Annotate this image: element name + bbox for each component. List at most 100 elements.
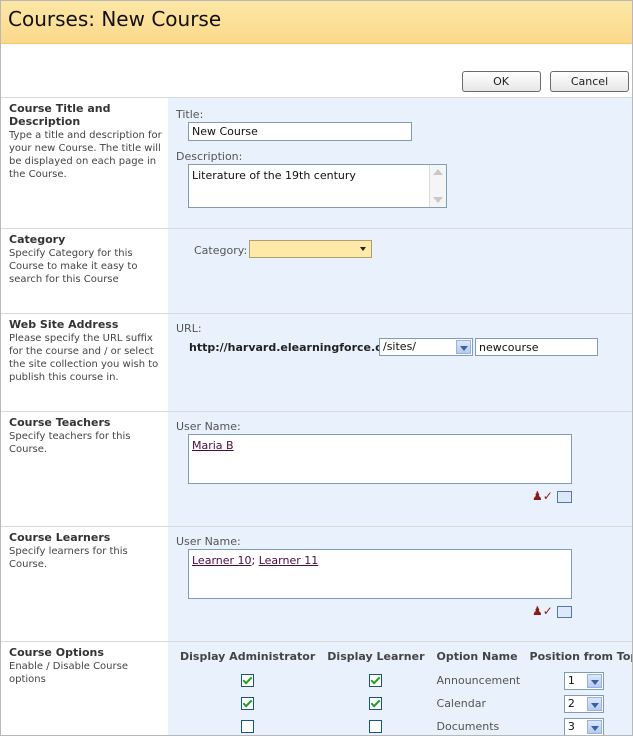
section-info: Course Learners Specify learners for thi… — [1, 527, 168, 641]
learners-people-picker[interactable]: Learner 10; Learner 11 — [188, 549, 572, 599]
table-row: Calendar 2 — [174, 692, 632, 715]
section-description: Enable / Disable Course options — [9, 661, 128, 685]
username-label: User Name: — [176, 535, 241, 548]
admin-cell — [174, 715, 321, 735]
column-header: Option Name — [436, 650, 518, 663]
section-course-learners: Course Learners Specify learners for thi… — [1, 526, 632, 641]
url-suffix-input[interactable]: newcourse — [475, 338, 598, 356]
address-book-icon[interactable] — [556, 490, 572, 503]
option-name: Announcement — [436, 674, 521, 687]
position-value: 3 — [567, 719, 575, 733]
column-header: Display Learner — [327, 650, 425, 663]
section-fields: URL: http://harvard.elearningforce.org /… — [168, 314, 632, 411]
button-row: OK Cancel — [456, 71, 629, 92]
section-website-address: Web Site Address Please specify the URL … — [1, 313, 632, 411]
user-entry[interactable]: Learner 11 — [259, 554, 319, 567]
section-heading: Category — [9, 233, 66, 246]
user-entry[interactable]: Learner 10 — [192, 554, 252, 567]
options-header-row: Display Administrator Display Learner Op… — [174, 650, 633, 669]
position-cell: 3 — [524, 715, 632, 735]
scroll-down-icon[interactable] — [433, 197, 443, 203]
display-admin-checkbox[interactable] — [241, 674, 255, 688]
site-collection-select[interactable]: /sites/ — [379, 338, 473, 356]
display-learner-checkbox[interactable] — [369, 720, 383, 734]
address-book-icon[interactable] — [556, 605, 572, 618]
column-header: Position from Top — [529, 650, 633, 663]
category-select[interactable] — [249, 240, 372, 258]
section-course-teachers: Course Teachers Specify teachers for thi… — [1, 411, 632, 526]
teachers-people-picker[interactable]: Maria B — [188, 434, 572, 484]
option-name: Calendar — [436, 697, 486, 710]
title-input[interactable]: New Course — [188, 122, 412, 141]
page-title: Courses: New Course — [8, 7, 222, 31]
chevron-down-icon[interactable] — [586, 696, 602, 711]
form-sections: Course Title and Description Type a titl… — [1, 97, 633, 735]
section-info: Course Options Enable / Disable Course o… — [1, 642, 168, 735]
cancel-button[interactable]: Cancel — [550, 71, 629, 92]
section-heading: Web Site Address — [9, 318, 119, 331]
learner-cell — [321, 692, 430, 715]
title-bar: Courses: New Course — [1, 1, 632, 44]
chevron-down-icon[interactable] — [456, 340, 471, 354]
description-textarea[interactable]: Literature of the 19th century — [188, 164, 447, 208]
chevron-down-icon[interactable] — [586, 719, 602, 734]
section-heading: Course Options — [9, 646, 104, 659]
description-scrollbar[interactable] — [429, 165, 446, 207]
position-select[interactable]: 1 — [563, 671, 604, 690]
check-names-icon[interactable]: ♟✓ — [532, 489, 553, 503]
check-names-icon[interactable]: ♟✓ — [532, 604, 553, 618]
display-learner-checkbox[interactable] — [369, 674, 383, 688]
table-row: Announcement 1 — [174, 669, 632, 692]
learner-cell — [321, 715, 430, 735]
section-info: Web Site Address Please specify the URL … — [1, 314, 168, 411]
page-frame: Courses: New Course OK Cancel Course Tit… — [0, 0, 633, 736]
section-description: Type a title and description for your ne… — [9, 130, 162, 180]
chevron-down-icon[interactable] — [586, 673, 602, 688]
section-fields: Display Administrator Display Learner Op… — [168, 642, 633, 735]
url-base: http://harvard.elearningforce.org — [189, 341, 397, 354]
section-fields: Title: New Course Description: Literatur… — [168, 98, 632, 228]
description-label: Description: — [176, 150, 243, 163]
options-table: Display Administrator Display Learner Op… — [174, 650, 633, 735]
admin-cell — [174, 692, 321, 715]
display-admin-checkbox[interactable] — [241, 720, 255, 734]
picker-tools: ♟✓ — [532, 489, 572, 503]
learner-cell — [321, 669, 430, 692]
section-info: Course Teachers Specify teachers for thi… — [1, 412, 168, 526]
section-fields: User Name: Learner 10; Learner 11 ♟✓ — [168, 527, 632, 641]
picker-tools: ♟✓ — [532, 604, 572, 618]
option-name: Documents — [436, 720, 500, 733]
section-info: Category Specify Category for this Cours… — [1, 229, 168, 313]
section-description: Specify Category for this Course to make… — [9, 248, 138, 285]
ok-button[interactable]: OK — [461, 71, 541, 92]
scroll-up-icon[interactable] — [433, 169, 443, 175]
position-value: 2 — [567, 696, 575, 710]
user-entry[interactable]: Maria B — [192, 439, 234, 452]
section-category: Category Specify Category for this Cours… — [1, 228, 632, 313]
column-header: Display Administrator — [180, 650, 316, 663]
section-heading: Course Learners — [9, 531, 111, 544]
username-label: User Name: — [176, 420, 241, 433]
admin-cell — [174, 669, 321, 692]
description-text: Literature of the 19th century — [192, 169, 356, 182]
position-value: 1 — [567, 673, 575, 687]
url-label: URL: — [176, 322, 202, 335]
title-label: Title: — [176, 108, 204, 121]
section-heading: Course Teachers — [9, 416, 111, 429]
user-separator: ; — [251, 554, 259, 567]
section-fields: User Name: Maria B ♟✓ — [168, 412, 632, 526]
site-collection-value: /sites/ — [383, 340, 417, 353]
section-heading: Course Title and Description — [9, 102, 111, 128]
options-rows: Announcement 1 Calendar 2 Documents 3 — [174, 669, 632, 735]
section-fields: Category: — [168, 229, 632, 313]
dropdown-arrow-icon — [360, 247, 366, 251]
display-learner-checkbox[interactable] — [369, 697, 383, 711]
position-cell: 1 — [524, 669, 632, 692]
section-course-options: Course Options Enable / Disable Course o… — [1, 641, 633, 735]
position-cell: 2 — [524, 692, 632, 715]
section-description: Specify teachers for this Course. — [9, 431, 131, 455]
section-description: Please specify the URL suffix for the co… — [9, 333, 159, 383]
position-select[interactable]: 2 — [563, 694, 604, 713]
display-admin-checkbox[interactable] — [241, 697, 255, 711]
position-select[interactable]: 3 — [563, 717, 604, 735]
